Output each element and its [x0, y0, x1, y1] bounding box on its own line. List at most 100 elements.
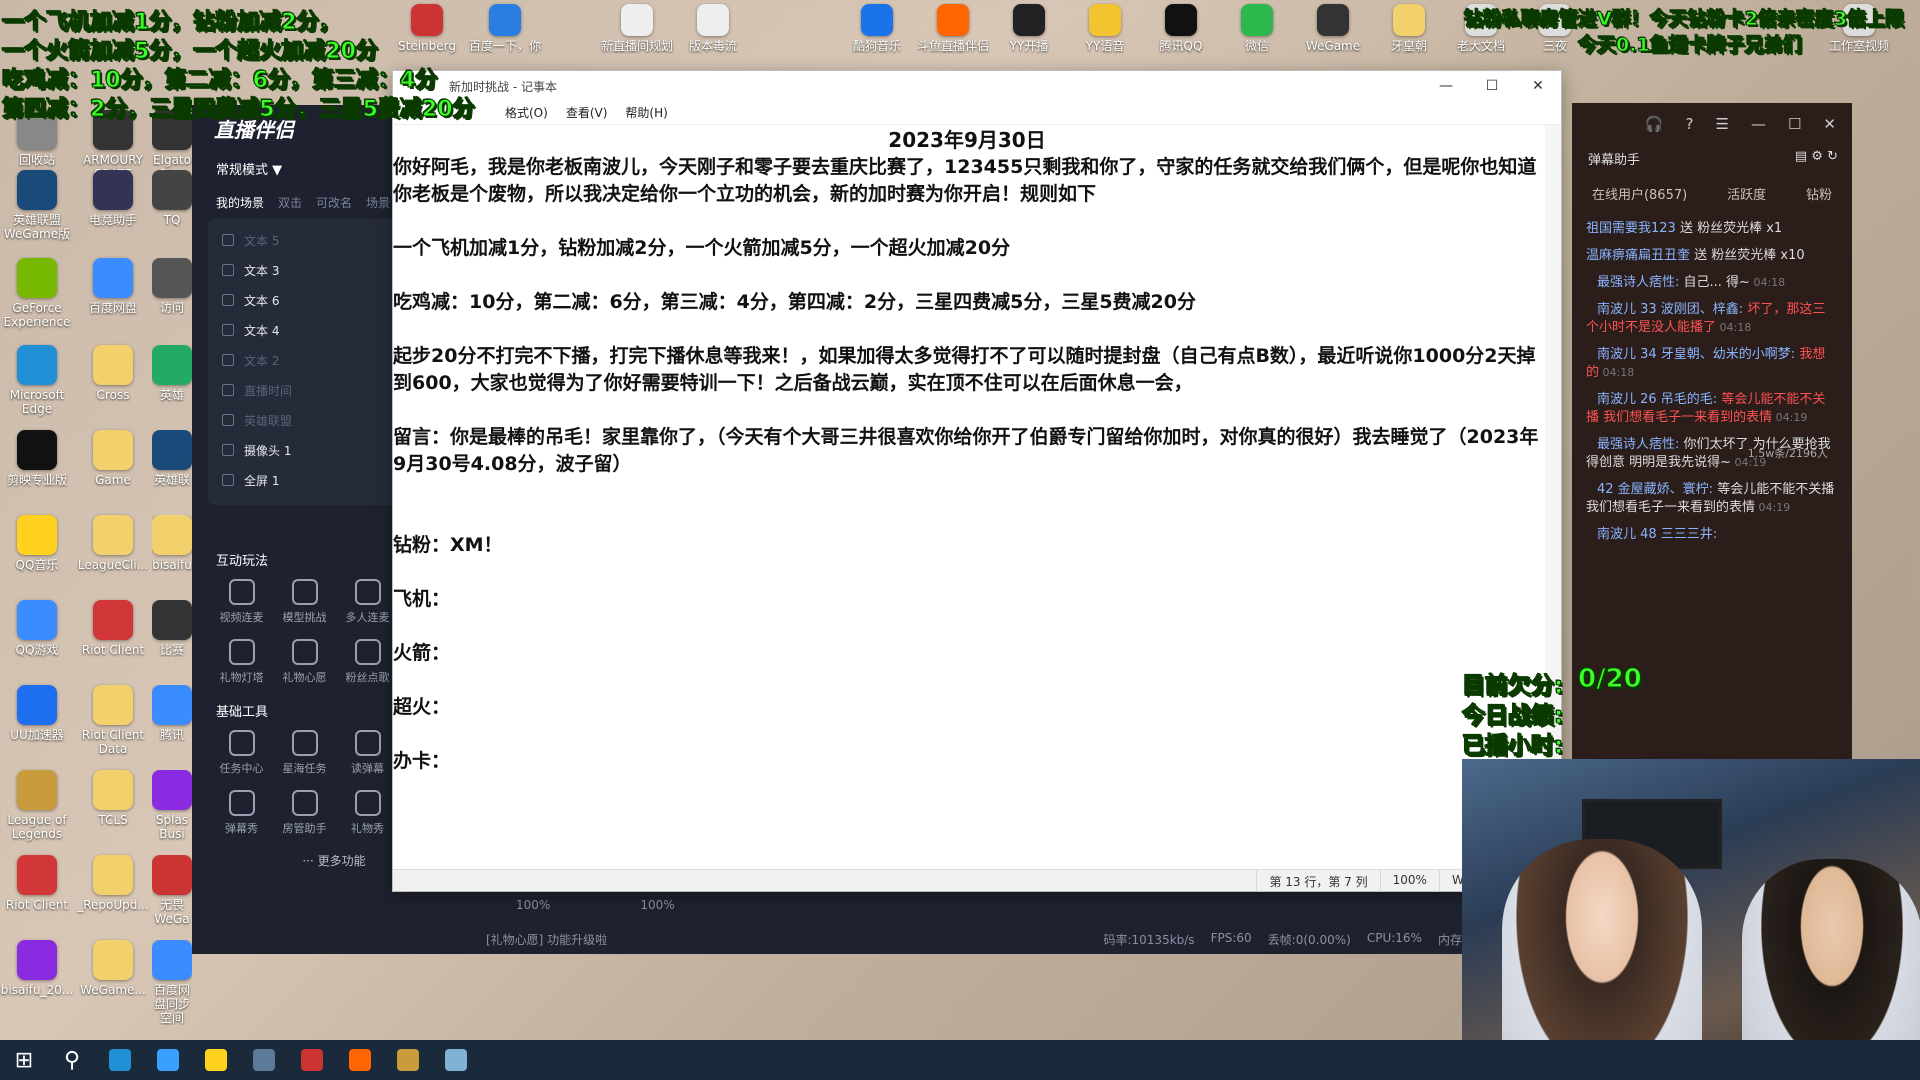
desktop-icon[interactable]: 牙皇朝	[1372, 4, 1446, 53]
danmu-message[interactable]: 南波儿 33 波刚团、梓鑫: 坏了，那这三个小时不是没人能播了 04:18	[1572, 298, 1852, 343]
app-icon-2[interactable]	[192, 1040, 240, 1080]
danmu-message[interactable]: 温麻痹痛扁丑丑奎 送 粉丝荧光棒 x10	[1572, 244, 1852, 271]
desktop-icon[interactable]: 英雄联盟WeGame版	[0, 170, 74, 241]
desktop-icon[interactable]: 访问	[152, 258, 192, 315]
tool-button[interactable]: 视频连麦	[210, 579, 273, 625]
tool-button[interactable]: 模型挑战	[273, 579, 336, 625]
danmu-tool-icons[interactable]: ▤ ⚙ ↻	[1795, 149, 1838, 168]
tool-button[interactable]: 星海任务	[273, 730, 336, 776]
danmu-username[interactable]: 最强诗人痞性:	[1597, 275, 1684, 290]
desktop-icon[interactable]: _RepoUpd...	[76, 855, 150, 912]
app-icon-1[interactable]	[144, 1040, 192, 1080]
menu-help[interactable]: 帮助(H)	[625, 104, 667, 121]
danmu-username[interactable]: 南波儿 34 牙皇朝、幼米的小啊梦:	[1597, 347, 1799, 362]
close-button[interactable]: ✕	[1515, 71, 1561, 101]
tool-button[interactable]: 任务中心	[210, 730, 273, 776]
desktop-icon[interactable]: QQ音乐	[0, 515, 74, 572]
danmu-username[interactable]: 祖国需要我123	[1586, 221, 1680, 236]
danmu-username[interactable]: 南波儿 26 吊毛的毛:	[1597, 392, 1721, 407]
desktop-icon[interactable]: bisaifu	[152, 515, 192, 572]
desktop-icon[interactable]: Microsoft Edge	[0, 345, 74, 416]
desktop-icon[interactable]: QQ游戏	[0, 600, 74, 657]
desktop-icon[interactable]: 剪映专业版	[0, 430, 74, 487]
notice-text[interactable]: [礼物心愿] 功能升级啦	[486, 931, 607, 948]
desktop-icon[interactable]: TCLS	[76, 770, 150, 827]
tool-button[interactable]: 粉丝点歌	[336, 639, 399, 685]
app-icon-5[interactable]	[336, 1040, 384, 1080]
help-icon[interactable]: ?	[1686, 115, 1694, 133]
headset-icon[interactable]: 🎧	[1645, 115, 1664, 133]
app-icon-4[interactable]	[288, 1040, 336, 1080]
desktop-icon[interactable]: YY开播	[992, 4, 1066, 53]
danmu-message[interactable]: 祖国需要我123 送 粉丝荧光棒 x1	[1572, 217, 1852, 244]
desktop-icon[interactable]: Riot Client	[76, 600, 150, 657]
desktop-icon[interactable]: 英雄联	[152, 430, 192, 487]
tab-activity[interactable]: 活跃度	[1727, 184, 1766, 203]
maximize-icon[interactable]: ☐	[1788, 115, 1801, 133]
tool-button[interactable]: 房管助手	[273, 790, 336, 836]
desktop-icon[interactable]: Riot Client	[0, 855, 74, 912]
tab-scenes[interactable]: 场景	[366, 194, 390, 211]
danmu-username[interactable]: 温麻痹痛扁丑丑奎	[1586, 248, 1694, 263]
desktop-icon[interactable]: YY语音	[1068, 4, 1142, 53]
close-icon[interactable]: ✕	[1823, 115, 1836, 133]
desktop-icon[interactable]: Riot Client Data	[76, 685, 150, 756]
speaker-volume[interactable]: 100%	[640, 898, 674, 912]
desktop-icon[interactable]: Game	[76, 430, 150, 487]
search-icon[interactable]: ⚲	[48, 1040, 96, 1080]
danmu-message[interactable]: 南波儿 48 三三三井:	[1572, 523, 1852, 550]
minimize-icon[interactable]: —	[1751, 115, 1766, 133]
tool-button[interactable]: 礼物心愿	[273, 639, 336, 685]
desktop-icon[interactable]: UU加速器	[0, 685, 74, 742]
desktop-icon[interactable]: 无畏 WeGa	[152, 855, 192, 926]
edge-icon[interactable]	[96, 1040, 144, 1080]
desktop-icon[interactable]: bisaifu_20...	[0, 940, 74, 997]
maximize-button[interactable]: ☐	[1469, 71, 1515, 101]
tab-my-scenes[interactable]: 我的场景	[216, 194, 264, 211]
desktop-icon[interactable]: 百度一下，你	[468, 4, 542, 53]
desktop-icon[interactable]: 酷狗音乐	[840, 4, 914, 53]
desktop-icon[interactable]: 比赛	[152, 600, 192, 657]
desktop-icon[interactable]: 微信	[1220, 4, 1294, 53]
desktop-icon[interactable]: 新直播间规划	[600, 4, 674, 53]
desktop-icon[interactable]: Splas Busi	[152, 770, 192, 841]
desktop-icon[interactable]: 英雄	[152, 345, 192, 402]
app-icon-3[interactable]	[240, 1040, 288, 1080]
desktop-icon[interactable]: 百度网盘	[76, 258, 150, 315]
menu-view[interactable]: 查看(V)	[566, 104, 608, 121]
tool-button[interactable]: 弹幕秀	[210, 790, 273, 836]
danmu-message[interactable]: 42 金屋藏娇、寰柠: 等会儿能不能不关播 我们想看毛子一来看到的表情 04:1…	[1572, 478, 1852, 523]
desktop-icon[interactable]: 百度网盘同步空间	[152, 940, 192, 1025]
tab-online-users[interactable]: 在线用户(8657)	[1592, 184, 1687, 203]
desktop-icon[interactable]: 版本毒流	[676, 4, 750, 53]
menu-icon[interactable]: ☰	[1716, 115, 1729, 133]
app-icon-6[interactable]	[384, 1040, 432, 1080]
tool-button[interactable]: 礼物秀	[336, 790, 399, 836]
desktop-icon[interactable]: 斗鱼直播伴侣	[916, 4, 990, 53]
desktop-icon[interactable]: Cross	[76, 345, 150, 402]
danmu-username[interactable]: 南波儿 33 波刚团、梓鑫:	[1597, 302, 1747, 317]
app-icon-7[interactable]	[432, 1040, 480, 1080]
desktop-icon[interactable]: Steinberg	[390, 4, 464, 53]
desktop-icon[interactable]: League of Legends	[0, 770, 74, 841]
desktop-icon[interactable]: 腾讯	[152, 685, 192, 742]
danmu-message[interactable]: 南波儿 34 牙皇朝、幼米的小啊梦: 我想的 04:18	[1572, 343, 1852, 388]
tool-button[interactable]: 读弹幕	[336, 730, 399, 776]
desktop-icon[interactable]: TQ	[152, 170, 192, 227]
danmu-message[interactable]: 南波儿 26 吊毛的毛: 等会儿能不能不关播 我们想看毛子一来看到的表情 04:…	[1572, 388, 1852, 433]
desktop-icon[interactable]: 腾讯QQ	[1144, 4, 1218, 53]
desktop-icon[interactable]: GeForce Experience	[0, 258, 74, 329]
notepad-editor[interactable]: 2023年9月30日 你好阿毛，我是你老板南波儿，今天刚子和零子要去重庆比赛了，…	[393, 125, 1545, 869]
desktop-icon[interactable]: WeGame	[1296, 4, 1370, 53]
danmu-username[interactable]: 最强诗人痞性:	[1597, 437, 1684, 452]
windows-start-icon[interactable]: ⊞	[0, 1040, 48, 1080]
menu-format[interactable]: 格式(O)	[505, 104, 548, 121]
desktop-icon[interactable]: 电竞助手	[76, 170, 150, 227]
tool-button[interactable]: 多人连麦	[336, 579, 399, 625]
desktop-icon[interactable]: LeagueCli...	[76, 515, 150, 572]
minimize-button[interactable]: —	[1423, 71, 1469, 101]
danmu-username[interactable]: 42 金屋藏娇、寰柠:	[1597, 482, 1717, 497]
desktop-icon[interactable]: WeGame...	[76, 940, 150, 997]
mic-volume[interactable]: 100%	[516, 898, 550, 912]
notepad-titlebar[interactable]: 新加时挑战 - 记事本	[393, 71, 1561, 101]
